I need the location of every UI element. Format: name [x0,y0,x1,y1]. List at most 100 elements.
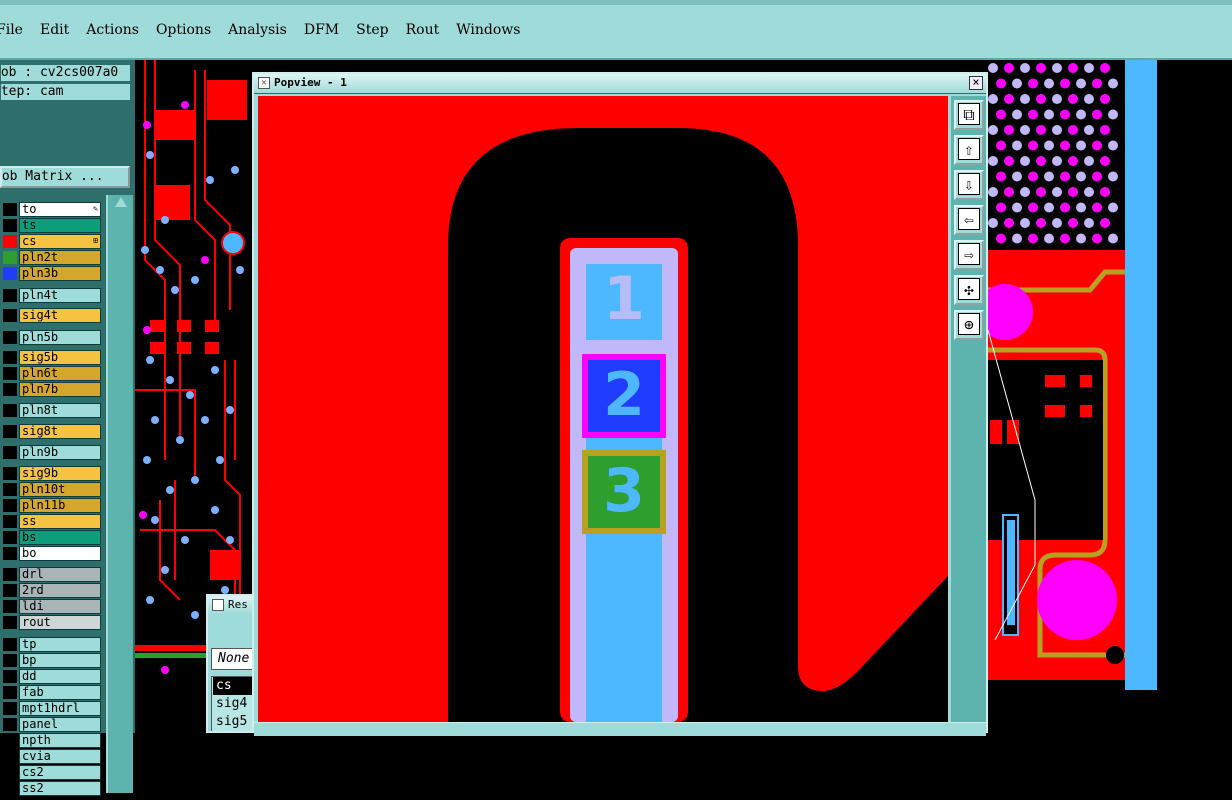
layer-color-swatch[interactable] [3,219,17,232]
layer-color-swatch[interactable] [3,654,17,667]
layer-row-ts[interactable]: ts [0,218,104,233]
layer-row-cs[interactable]: cs ⊞ [0,234,104,249]
layer-color-swatch[interactable] [3,446,17,459]
menu-step[interactable]: Step [356,22,388,38]
popview-canvas[interactable]: 1 2 3 [258,96,948,722]
layer-color-swatch[interactable] [3,267,17,280]
layer-color-swatch[interactable] [3,425,17,438]
layer-name[interactable]: ts [19,218,101,233]
layer-color-swatch[interactable] [3,483,17,496]
layer-row-to[interactable]: to ✎ [0,202,104,217]
layer-name[interactable]: npth [19,733,101,748]
layer-name[interactable]: pln8t [19,403,101,418]
layer-color-swatch[interactable] [3,702,17,715]
layer-name[interactable]: cs [19,234,101,249]
layer-row-mpt1hdrl[interactable]: mpt1hdrl [0,701,104,716]
menu-dfm[interactable]: DFM [304,22,339,38]
layer-name[interactable]: cvia [19,749,101,764]
scroll-up-icon[interactable] [115,197,127,207]
toolbar-button-zoom-out[interactable]: ✣ [954,275,984,305]
layer-row-ss[interactable]: ss [0,514,104,529]
layer-name[interactable]: pln2t [19,250,101,265]
layer-row-pln11b[interactable]: pln11b [0,498,104,513]
layer-color-swatch[interactable] [3,499,17,512]
layer-color-swatch[interactable] [3,467,17,480]
layer-color-swatch[interactable] [3,404,17,417]
layer-name[interactable]: pln7b [19,382,101,397]
layer-color-swatch[interactable] [3,734,17,747]
layer-name[interactable]: ss2 [19,781,101,796]
layer-name[interactable]: pln10t [19,482,101,497]
menu-edit[interactable]: Edit [40,22,69,38]
layer-row-pln7b[interactable]: pln7b [0,382,104,397]
layer-name[interactable]: mpt1hdrl [19,701,101,716]
toolbar-button-zoom-in[interactable]: ⊕ [954,310,984,340]
layer-row-dd[interactable]: dd [0,669,104,684]
layer-color-swatch[interactable] [3,750,17,763]
toolbar-button-pan-up[interactable]: ⇧ [954,135,984,165]
layer-color-swatch[interactable] [3,235,17,248]
layer-color-swatch[interactable] [3,670,17,683]
layer-row-npth[interactable]: npth [0,733,104,748]
layer-name[interactable]: sig9b [19,466,101,481]
layer-row-sig8t[interactable]: sig8t [0,424,104,439]
layer-color-swatch[interactable] [3,331,17,344]
result-list[interactable]: cs sig4 sig5 [211,676,254,731]
layer-color-swatch[interactable] [3,515,17,528]
layer-color-swatch[interactable] [3,367,17,380]
layer-row-fab[interactable]: fab [0,685,104,700]
menu-options[interactable]: Options [156,22,211,38]
job-matrix-button[interactable]: Job Matrix ... [0,166,130,188]
layer-name[interactable]: pln6t [19,366,101,381]
menu-actions[interactable]: Actions [86,22,139,38]
layer-row-bs[interactable]: bs [0,530,104,545]
layer-color-swatch[interactable] [3,351,17,364]
layer-name[interactable]: to [19,202,101,217]
layer-row-cvia[interactable]: cvia [0,749,104,764]
layer-color-swatch[interactable] [3,766,17,779]
layer-row-bo[interactable]: bo [0,546,104,561]
toolbar-button-pan-right[interactable]: ⇨ [954,240,984,270]
toolbar-button-zoom-window[interactable]: ⧉ [954,100,984,130]
layer-color-swatch[interactable] [3,718,17,731]
menu-windows[interactable]: Windows [456,22,520,38]
layer-name[interactable]: ss [19,514,101,529]
layer-name[interactable]: pln5b [19,330,101,345]
toolbar-button-pan-left[interactable]: ⇦ [954,205,984,235]
window-menu-icon[interactable]: ✕ [258,77,270,89]
result-item[interactable]: sig4 [216,695,254,713]
layer-name[interactable]: sig5b [19,350,101,365]
result-item[interactable]: cs [213,677,254,695]
layer-name[interactable]: rout [19,615,101,630]
layer-name[interactable]: bo [19,546,101,561]
layer-name[interactable]: 2rd [19,583,101,598]
layer-color-swatch[interactable] [3,309,17,322]
layer-row-pln2t[interactable]: pln2t [0,250,104,265]
window-menu-icon[interactable] [212,599,224,611]
layer-row-cs2[interactable]: cs2 [0,765,104,780]
menu-analysis[interactable]: Analysis [228,22,287,38]
layer-name[interactable]: drl [19,567,101,582]
layer-row-ldi[interactable]: ldi [0,599,104,614]
close-button[interactable]: × [969,76,983,90]
layer-row-pln5b[interactable]: pln5b [0,330,104,345]
layer-color-swatch[interactable] [3,616,17,629]
layer-name[interactable]: bp [19,653,101,668]
layer-name[interactable]: ldi [19,599,101,614]
layer-name[interactable]: pln9b [19,445,101,460]
layer-color-swatch[interactable] [3,600,17,613]
layer-color-swatch[interactable] [3,531,17,544]
menu-file[interactable]: File [0,22,23,38]
menu-rout[interactable]: Rout [406,22,440,38]
layer-color-swatch[interactable] [3,782,17,795]
layer-name[interactable]: dd [19,669,101,684]
layer-name[interactable]: sig8t [19,424,101,439]
layer-row-sig9b[interactable]: sig9b [0,466,104,481]
layer-name[interactable]: pln4t [19,288,101,303]
layer-color-swatch[interactable] [3,383,17,396]
layer-name[interactable]: panel [19,717,101,732]
layer-row-bp[interactable]: bp [0,653,104,668]
toolbar-button-pan-down[interactable]: ⇩ [954,170,984,200]
layer-color-swatch[interactable] [3,568,17,581]
layer-row-pln8t[interactable]: pln8t [0,403,104,418]
